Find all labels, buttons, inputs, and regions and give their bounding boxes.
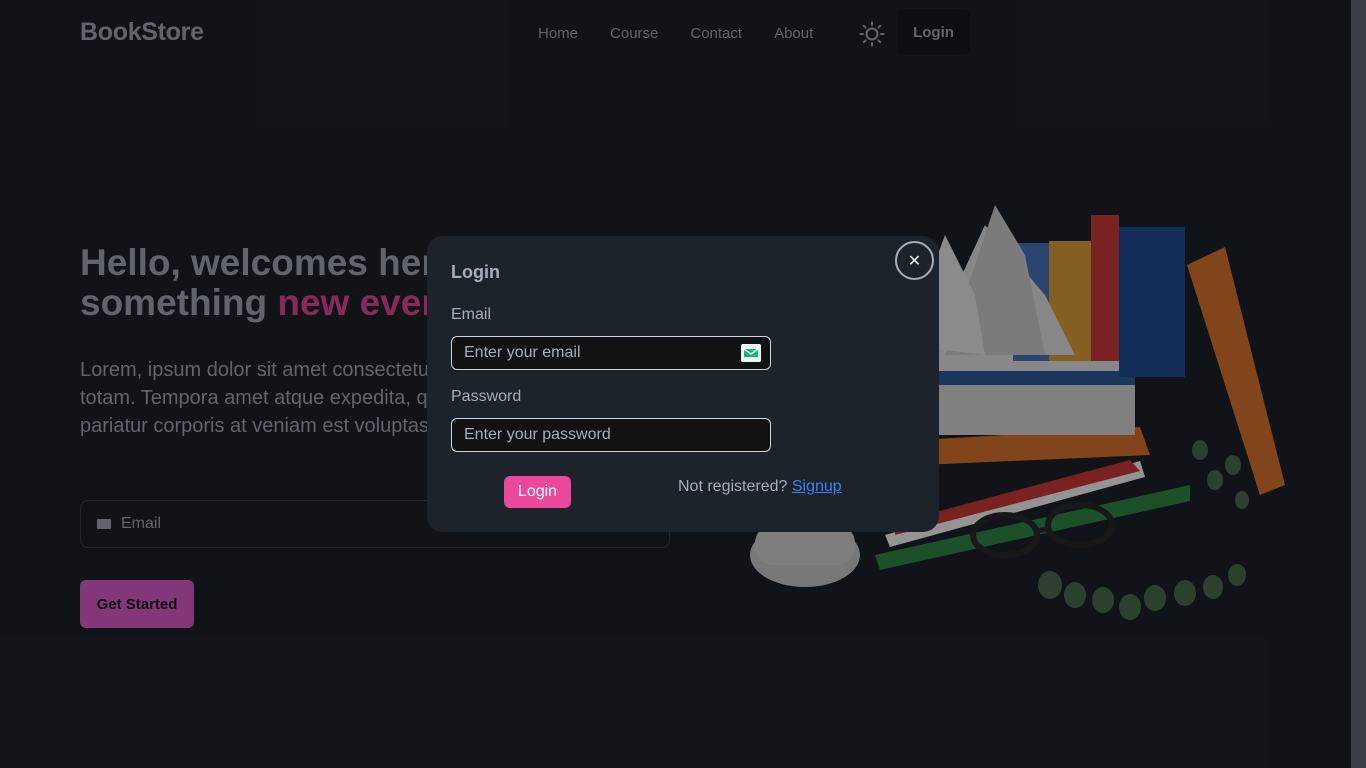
signup-prompt: Not registered? Signup — [678, 478, 842, 496]
modal-title: Login — [451, 262, 500, 282]
signup-link[interactable]: Signup — [792, 478, 842, 495]
login-modal: Login ✕ Email Enter your email Password … — [427, 236, 939, 532]
password-placeholder: Enter your password — [464, 426, 611, 443]
password-label: Password — [451, 388, 522, 405]
password-field[interactable]: Enter your password — [451, 418, 771, 452]
scrollbar[interactable] — [1351, 0, 1366, 768]
email-label: Email — [451, 306, 492, 323]
email-placeholder: Enter your email — [464, 344, 581, 361]
login-submit-button[interactable]: Login — [504, 476, 571, 508]
email-field[interactable]: Enter your email — [451, 336, 771, 370]
email-autofill-icon[interactable] — [741, 344, 761, 362]
close-icon[interactable]: ✕ — [895, 241, 934, 280]
not-registered-text: Not registered? — [678, 478, 792, 495]
